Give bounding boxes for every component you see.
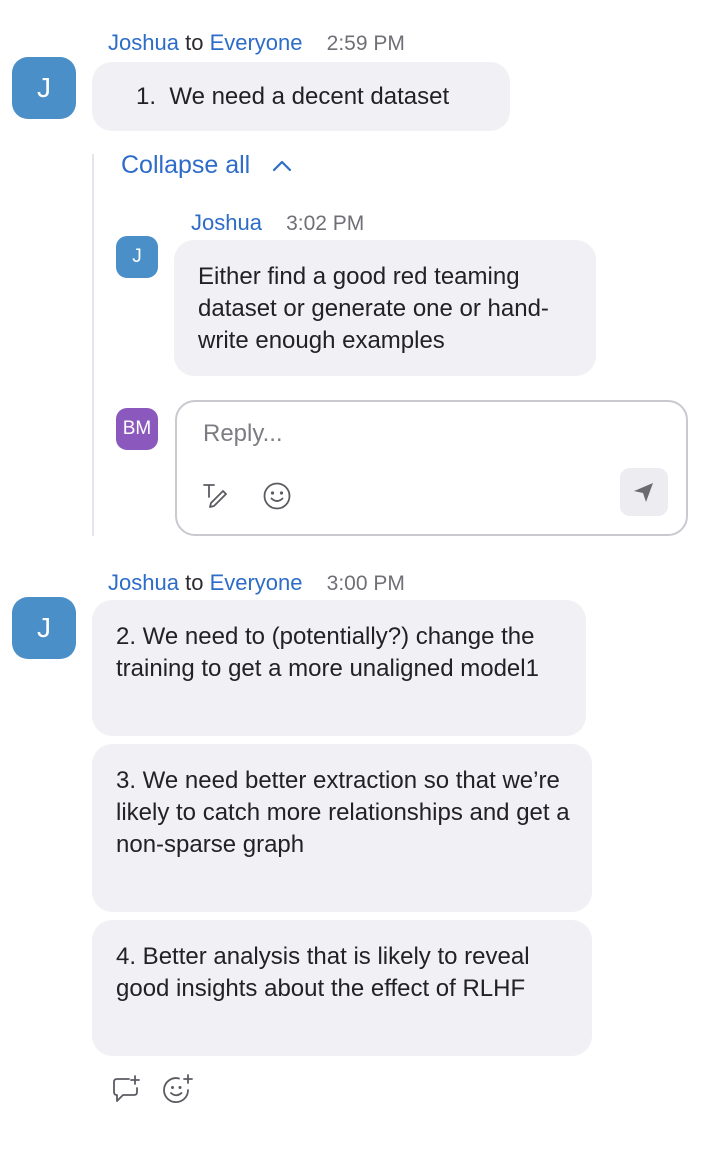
to-label: to: [185, 30, 204, 55]
message-header: Joshua to Everyone 2:59 PM: [108, 30, 405, 56]
recipient-name[interactable]: Everyone: [210, 570, 303, 595]
add-reaction-icon[interactable]: [162, 1073, 196, 1107]
message-bubble[interactable]: 2. We need to (potentially?) change the …: [92, 600, 586, 736]
send-icon: [632, 480, 656, 504]
reply-text: Either find a good red teaming dataset o…: [198, 263, 549, 354]
sender-name[interactable]: Joshua: [108, 570, 179, 595]
message-bubble[interactable]: 4. Better analysis that is likely to rev…: [92, 920, 592, 1056]
avatar[interactable]: J: [12, 597, 76, 659]
composer-avatar: BM: [116, 408, 158, 450]
message-text: 3. We need better extraction so that we’…: [116, 767, 570, 858]
reply-time: 3:02 PM: [286, 212, 365, 235]
collapse-all-button[interactable]: Collapse all: [121, 151, 292, 180]
reply-thread-icon[interactable]: [110, 1074, 144, 1106]
chevron-up-icon: [272, 160, 292, 172]
reply-bubble[interactable]: Either find a good red teaming dataset o…: [174, 240, 596, 376]
message-header: Joshua to Everyone 3:00 PM: [108, 570, 405, 596]
reply-header: Joshua 3:02 PM: [191, 210, 364, 236]
thread-divider: [92, 154, 94, 536]
emoji-icon[interactable]: [262, 481, 292, 511]
reply-input[interactable]: Reply...: [203, 420, 283, 448]
message-text: 4. Better analysis that is likely to rev…: [116, 943, 530, 1002]
sender-name[interactable]: Joshua: [108, 30, 179, 55]
message-bubble[interactable]: 1. We need a decent dataset: [92, 62, 510, 131]
message-text: 2. We need to (potentially?) change the …: [116, 623, 539, 682]
message-text: 1. We need a decent dataset: [136, 83, 450, 110]
collapse-all-label: Collapse all: [121, 151, 251, 179]
reply-avatar[interactable]: J: [116, 236, 158, 278]
message-bubble[interactable]: 3. We need better extraction so that we’…: [92, 744, 592, 912]
message-time: 3:00 PM: [326, 572, 405, 595]
to-label: to: [185, 570, 204, 595]
message-time: 2:59 PM: [326, 32, 405, 55]
recipient-name[interactable]: Everyone: [210, 30, 303, 55]
text-format-icon[interactable]: [201, 480, 229, 508]
send-button[interactable]: [620, 468, 668, 516]
reply-sender-name[interactable]: Joshua: [191, 210, 262, 235]
avatar[interactable]: J: [12, 57, 76, 119]
reply-composer[interactable]: Reply...: [175, 400, 688, 536]
